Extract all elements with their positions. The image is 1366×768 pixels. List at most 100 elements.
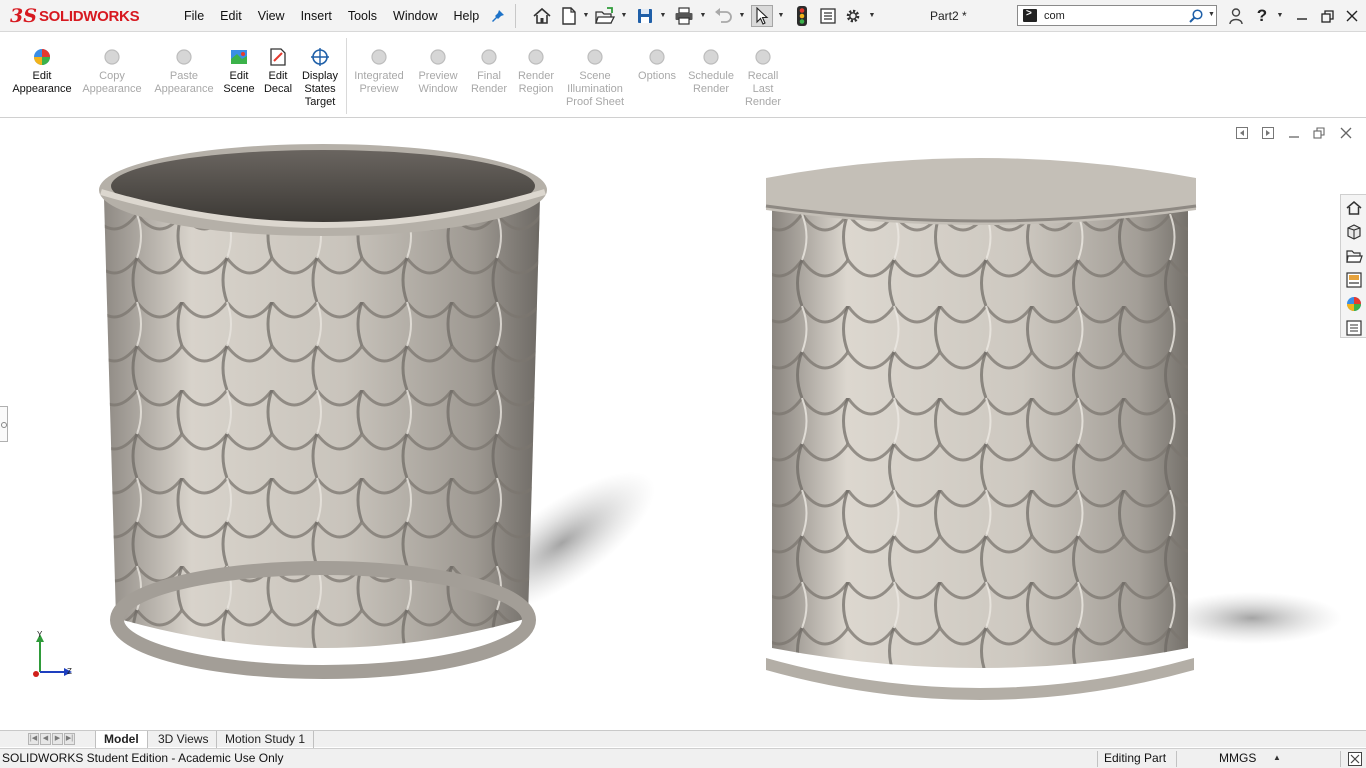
menu-insert[interactable]: Insert — [293, 0, 340, 32]
undo-dropdown-arrow[interactable]: ▼ — [738, 12, 746, 20]
rebuild-button[interactable] — [791, 5, 813, 27]
undo-icon — [715, 8, 732, 23]
ribbon-button-label: Appearance — [154, 83, 214, 95]
recall-last-render-icon — [755, 49, 771, 65]
tab-3d-views[interactable]: 3D Views — [150, 731, 218, 748]
open-dropdown-arrow[interactable]: ▼ — [620, 12, 628, 20]
tab-first-button[interactable]: |◀ — [28, 733, 39, 745]
user-icon — [1229, 8, 1243, 25]
render-tools-ribbon: Edit Appearance Copy Appearance Paste Appeara… — [0, 32, 1366, 118]
traffic-light-icon — [797, 6, 807, 26]
options-button[interactable] — [842, 5, 864, 27]
pin-menu-icon[interactable] — [490, 8, 506, 24]
search-icon[interactable] — [1188, 8, 1204, 24]
copy-appearance-icon — [104, 49, 120, 65]
tab-last-button[interactable]: ▶| — [64, 733, 75, 745]
ribbon-button-label: Decal — [263, 83, 293, 95]
save-button[interactable] — [634, 5, 656, 27]
file-properties-button[interactable] — [817, 5, 839, 27]
menu-view[interactable]: View — [250, 0, 293, 32]
cursor-arrow-icon — [756, 7, 769, 25]
ribbon-button-label: Appearance — [82, 83, 142, 95]
ribbon-button-label: Options — [638, 70, 676, 82]
ribbon-button-render-region[interactable]: Render Region — [515, 46, 557, 96]
tab-previous-button[interactable]: ◀ — [40, 733, 51, 745]
open-button[interactable] — [594, 5, 616, 27]
schedule-render-icon — [703, 49, 719, 65]
ribbon-button-options[interactable]: Options — [635, 46, 679, 83]
search-dropdown-arrow[interactable]: ▼ — [1208, 11, 1215, 18]
ribbon-button-label: Edit — [268, 70, 288, 82]
ribbon-button-preview-window[interactable]: Preview Window — [414, 46, 462, 96]
ribbon-button-final-render[interactable]: Final Render — [469, 46, 509, 96]
customize-status-bar-icon[interactable] — [1347, 751, 1363, 767]
select-button[interactable] — [751, 5, 773, 27]
ribbon-button-label: Edit — [229, 70, 249, 82]
command-search-box[interactable]: ▼ — [1017, 5, 1217, 26]
undo-button[interactable] — [712, 5, 734, 27]
minimize-window-button[interactable] — [1292, 6, 1312, 26]
feature-manager-expand-handle[interactable] — [0, 406, 8, 442]
ribbon-button-copy-appearance[interactable]: Copy Appearance — [81, 46, 143, 96]
vase-model-isometric[interactable] — [92, 118, 732, 730]
decal-icon — [270, 48, 286, 66]
save-dropdown-arrow[interactable]: ▼ — [659, 12, 667, 20]
ribbon-separator — [346, 38, 347, 114]
menu-window[interactable]: Window — [385, 0, 445, 32]
new-document-button[interactable] — [558, 5, 580, 27]
final-render-icon — [481, 49, 497, 65]
scene-illumination-icon — [587, 49, 603, 65]
home-button[interactable] — [531, 5, 553, 27]
menu-edit[interactable]: Edit — [212, 0, 250, 32]
search-input[interactable] — [1044, 8, 1184, 23]
model-tab-bar: |◀ ◀ ▶ ▶| Model 3D Views Motion Study 1 — [0, 730, 1366, 748]
ribbon-button-integrated-preview[interactable]: Integrated Preview — [352, 46, 406, 96]
tab-motion-study-1[interactable]: Motion Study 1 — [217, 731, 315, 748]
triad-y-label: Y — [37, 630, 43, 639]
ribbon-button-label: Integrated — [354, 70, 404, 82]
menu-file[interactable]: File — [176, 0, 212, 32]
status-separator — [1097, 751, 1098, 767]
new-dropdown-arrow[interactable]: ▼ — [582, 12, 590, 20]
ribbon-button-edit-appearance[interactable]: Edit Appearance — [10, 46, 74, 96]
ribbon-button-display-states-target[interactable]: Display States Target — [300, 46, 340, 109]
ribbon-button-edit-decal[interactable]: Edit Decal — [261, 46, 295, 96]
gear-icon — [846, 9, 860, 23]
graphics-area[interactable]: Y Z — [0, 118, 1366, 730]
ribbon-button-label: Appearance — [12, 83, 72, 95]
ribbon-button-paste-appearance[interactable]: Paste Appearance — [153, 46, 215, 96]
menu-help[interactable]: Help — [446, 0, 488, 32]
home-icon — [533, 7, 551, 24]
open-folder-icon — [595, 7, 616, 24]
user-account-button[interactable] — [1226, 6, 1246, 26]
help-question-icon: ? — [1256, 6, 1268, 25]
vase-model-front[interactable] — [752, 118, 1352, 730]
ribbon-button-recall-last-render[interactable]: Recall Last Render — [741, 46, 785, 109]
unit-system-arrow-icon[interactable]: ▲ — [1273, 753, 1281, 762]
ribbon-button-schedule-render[interactable]: Schedule Render — [686, 46, 736, 96]
restore-window-button[interactable] — [1317, 6, 1337, 26]
title-bar: 3S SOLIDWORKS File Edit View Insert Tool… — [0, 0, 1366, 32]
select-dropdown-arrow[interactable]: ▼ — [777, 12, 785, 20]
ribbon-button-label: Scene — [223, 83, 255, 95]
help-dropdown-arrow[interactable]: ▼ — [1276, 12, 1284, 20]
unit-system-selector[interactable]: MMGS — [1219, 751, 1256, 765]
print-button[interactable] — [673, 5, 695, 27]
menu-bar: File Edit View Insert Tools Window Help — [176, 0, 487, 32]
menu-tools[interactable]: Tools — [340, 0, 385, 32]
ribbon-button-label: Proof Sheet — [565, 96, 625, 108]
ribbon-button-label: Region — [518, 83, 554, 95]
ribbon-button-edit-scene[interactable]: Edit Scene — [221, 46, 257, 96]
solidworks-logo[interactable]: 3S SOLIDWORKS — [10, 3, 156, 29]
status-bar: SOLIDWORKS Student Edition - Academic Us… — [0, 748, 1366, 768]
options-dropdown-arrow[interactable]: ▼ — [868, 12, 876, 20]
close-window-button[interactable] — [1342, 6, 1362, 26]
triad-z-label: Z — [67, 667, 72, 676]
help-button[interactable]: ? — [1252, 6, 1272, 26]
ribbon-button-scene-illumination-proof-sheet[interactable]: Scene Illumination Proof Sheet — [565, 46, 625, 109]
tab-model[interactable]: Model — [95, 731, 148, 748]
print-dropdown-arrow[interactable]: ▼ — [699, 12, 707, 20]
integrated-preview-icon — [371, 49, 387, 65]
tab-next-button[interactable]: ▶ — [52, 733, 63, 745]
ribbon-button-label: Preview — [418, 70, 458, 82]
